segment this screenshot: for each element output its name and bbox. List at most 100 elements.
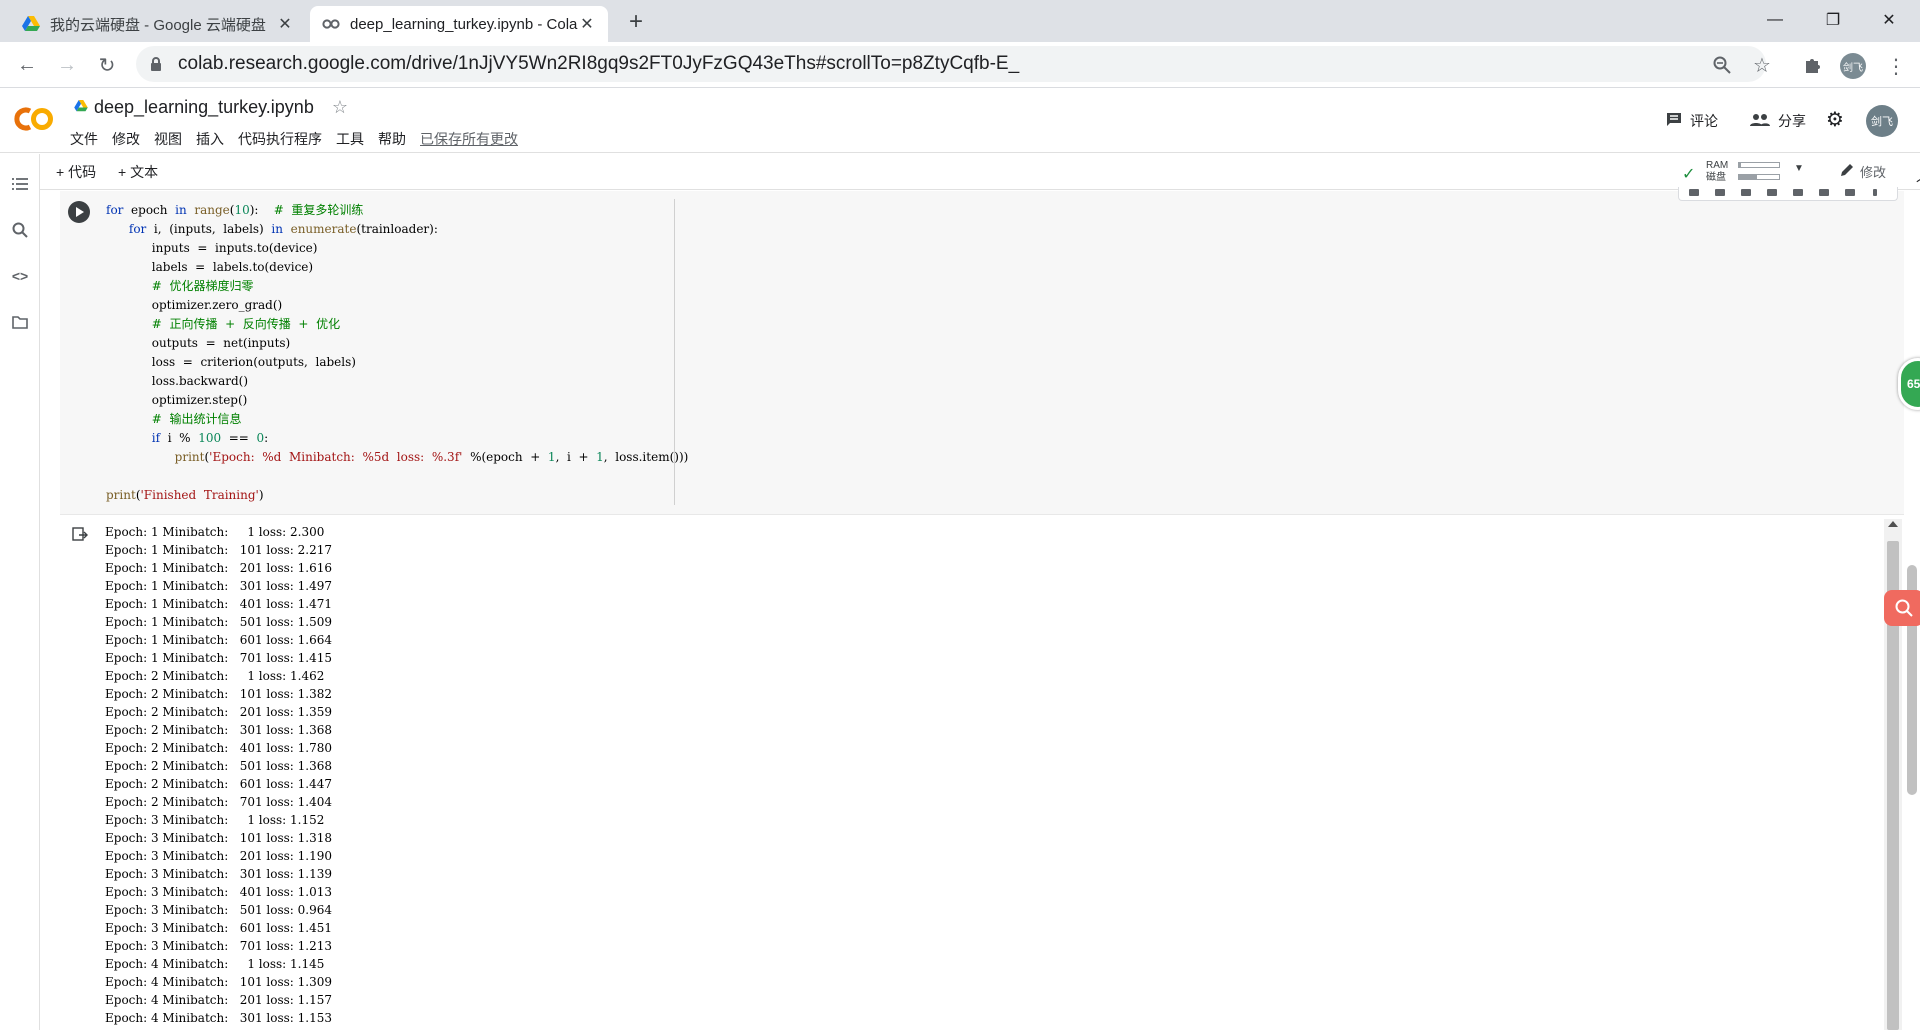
menu-help[interactable]: 帮助 <box>378 129 406 149</box>
collapse-header-icon[interactable]: ︿ <box>1916 162 1920 186</box>
output-line: Epoch: 2 Minibatch: 401 loss: 1.780 <box>105 741 333 755</box>
close-tab-icon[interactable]: ✕ <box>578 15 596 33</box>
delete-cell-icon[interactable] <box>1845 189 1855 196</box>
code-line: labels = labels.to(device) <box>106 260 314 274</box>
tab-title: 我的云端硬盘 - Google 云端硬盘 <box>50 16 266 34</box>
output-line: Epoch: 3 Minibatch: 701 loss: 1.213 <box>105 939 333 953</box>
star-icon[interactable]: ☆ <box>332 97 348 118</box>
colab-logo[interactable] <box>12 103 56 135</box>
colab-header: deep_learning_turkey.ipynb ☆ 文件 修改 视图 插入… <box>0 89 1920 153</box>
drive-icon <box>74 99 88 117</box>
clear-output-icon[interactable] <box>72 527 90 545</box>
output-line: Epoch: 2 Minibatch: 1 loss: 1.462 <box>105 669 325 683</box>
google-drive-icon <box>22 15 40 33</box>
output-text: Epoch: 1 Minibatch: 1 loss: 2.300 Epoch: … <box>105 523 332 1027</box>
tab-colab-notebook[interactable]: deep_learning_turkey.ipynb - Colaborator… <box>310 6 608 42</box>
user-avatar[interactable]: 剑飞 <box>1866 105 1898 137</box>
code-line: for epoch in range(10): # 重复多轮训练 <box>106 203 364 217</box>
minimize-icon[interactable]: — <box>1752 0 1798 40</box>
saved-status[interactable]: 已保存所有更改 <box>420 129 518 149</box>
resource-dropdown-icon[interactable]: ▼ <box>1794 163 1804 174</box>
code-snippets-icon[interactable]: <> <box>10 266 30 286</box>
browser-menu-icon[interactable]: ⋮ <box>1884 52 1908 80</box>
code-line: inputs = inputs.to(device) <box>106 241 318 255</box>
output-line: Epoch: 3 Minibatch: 601 loss: 1.451 <box>105 921 333 935</box>
code-line: if i % 100 == 0: <box>151 431 269 445</box>
code-line: outputs = net(inputs) <box>106 336 291 350</box>
address-bar[interactable]: colab.research.google.com/drive/1nJjVY5W… <box>136 46 1766 82</box>
menu-view[interactable]: 视图 <box>154 129 182 149</box>
output-line: Epoch: 1 Minibatch: 301 loss: 1.497 <box>105 579 333 593</box>
scroll-up-arrow-icon[interactable] <box>1888 521 1898 527</box>
code-line: # 输出统计信息 <box>151 412 242 426</box>
menu-insert[interactable]: 插入 <box>196 129 224 149</box>
code-line: for i, (inputs, labels) in enumerate(tra… <box>128 222 438 236</box>
restore-icon[interactable]: ❐ <box>1810 0 1856 40</box>
tab-google-drive[interactable]: 我的云端硬盘 - Google 云端硬盘 ✕ <box>10 6 306 42</box>
share-button[interactable]: 分享 <box>1750 111 1806 131</box>
output-line: Epoch: 4 Minibatch: 1 loss: 1.145 <box>105 957 325 971</box>
forward-arrow-icon[interactable]: → <box>52 50 82 80</box>
browser-profile-avatar[interactable]: 剑飞 <box>1840 53 1866 79</box>
cell-settings-icon[interactable] <box>1793 189 1803 196</box>
output-line: Epoch: 1 Minibatch: 501 loss: 1.509 <box>105 615 333 629</box>
floating-badge[interactable]: 65 <box>1898 358 1920 410</box>
browser-tab-strip: 我的云端硬盘 - Google 云端硬盘 ✕ deep_learning_tur… <box>0 0 1920 42</box>
ram-usage-bar <box>1738 162 1780 168</box>
connected-check-icon: ✓ <box>1682 166 1696 183</box>
output-line: Epoch: 3 Minibatch: 101 loss: 1.318 <box>105 831 333 845</box>
back-arrow-icon[interactable]: ← <box>12 50 42 80</box>
notebook-title[interactable]: deep_learning_turkey.ipynb <box>94 97 314 118</box>
add-code-button[interactable]: + 代码 <box>56 162 96 182</box>
code-line: loss = criterion(outputs, labels) <box>106 355 356 369</box>
move-down-icon[interactable] <box>1715 189 1725 196</box>
extensions-puzzle-icon[interactable] <box>1800 53 1824 77</box>
code-cell[interactable]: for epoch in range(10): # 重复多轮训练 for i, … <box>60 187 1904 515</box>
cell-toolbar <box>1678 187 1898 201</box>
floating-search-icon[interactable] <box>1884 590 1920 626</box>
table-of-contents-icon[interactable] <box>10 174 30 194</box>
menu-file[interactable]: 文件 <box>70 129 98 149</box>
code-line: # 正向传播 + 反向传播 + 优化 <box>151 317 341 331</box>
folder-icon[interactable] <box>10 312 30 332</box>
reload-icon[interactable]: ↻ <box>92 50 122 80</box>
output-line: Epoch: 1 Minibatch: 101 loss: 2.217 <box>105 543 333 557</box>
browser-toolbar: ← → ↻ colab.research.google.com/drive/1n… <box>0 42 1920 88</box>
menu-edit[interactable]: 修改 <box>112 129 140 149</box>
left-sidebar: <> <box>0 154 40 1030</box>
add-text-button[interactable]: + 文本 <box>118 162 158 182</box>
code-line: loss.backward() <box>106 374 249 388</box>
tab-title: deep_learning_turkey.ipynb - Colaborator… <box>350 15 578 33</box>
lock-icon[interactable] <box>150 56 166 72</box>
output-line: Epoch: 2 Minibatch: 101 loss: 1.382 <box>105 687 333 701</box>
menu-tools[interactable]: 工具 <box>336 129 364 149</box>
link-icon[interactable] <box>1741 189 1751 196</box>
disk-usage-bar <box>1738 174 1780 180</box>
close-window-icon[interactable]: ✕ <box>1866 0 1912 40</box>
new-tab-plus-icon[interactable]: + <box>622 8 650 36</box>
mirror-cell-icon[interactable] <box>1819 189 1829 196</box>
search-icon[interactable] <box>10 220 30 240</box>
ram-label: RAM <box>1706 160 1729 171</box>
edit-mode-button[interactable]: 修改 <box>1840 162 1886 181</box>
menu-bar: 文件 修改 视图 插入 代码执行程序 工具 帮助 已保存所有更改 <box>70 129 532 149</box>
comment-cell-icon[interactable] <box>1767 189 1777 196</box>
resource-monitor[interactable]: ✓ RAM 磁盘 ▼ <box>1682 158 1812 186</box>
menu-runtime[interactable]: 代码执行程序 <box>238 129 322 149</box>
run-cell-button[interactable] <box>68 201 90 223</box>
output-line: Epoch: 3 Minibatch: 401 loss: 1.013 <box>105 885 333 899</box>
comment-button[interactable]: 评论 <box>1666 111 1718 131</box>
zoom-icon[interactable] <box>1710 53 1734 77</box>
settings-gear-icon[interactable]: ⚙ <box>1826 107 1844 132</box>
more-options-icon[interactable] <box>1873 189 1877 196</box>
bookmark-star-icon[interactable]: ☆ <box>1750 53 1774 77</box>
close-tab-icon[interactable]: ✕ <box>276 15 294 33</box>
output-line: Epoch: 2 Minibatch: 701 loss: 1.404 <box>105 795 333 809</box>
code-editor[interactable]: for epoch in range(10): # 重复多轮训练 for i, … <box>106 201 688 505</box>
colab-icon <box>322 15 340 33</box>
move-up-icon[interactable] <box>1689 189 1699 196</box>
output-line: Epoch: 2 Minibatch: 501 loss: 1.368 <box>105 759 333 773</box>
output-line: Epoch: 3 Minibatch: 201 loss: 1.190 <box>105 849 333 863</box>
output-line: Epoch: 1 Minibatch: 601 loss: 1.664 <box>105 633 333 647</box>
